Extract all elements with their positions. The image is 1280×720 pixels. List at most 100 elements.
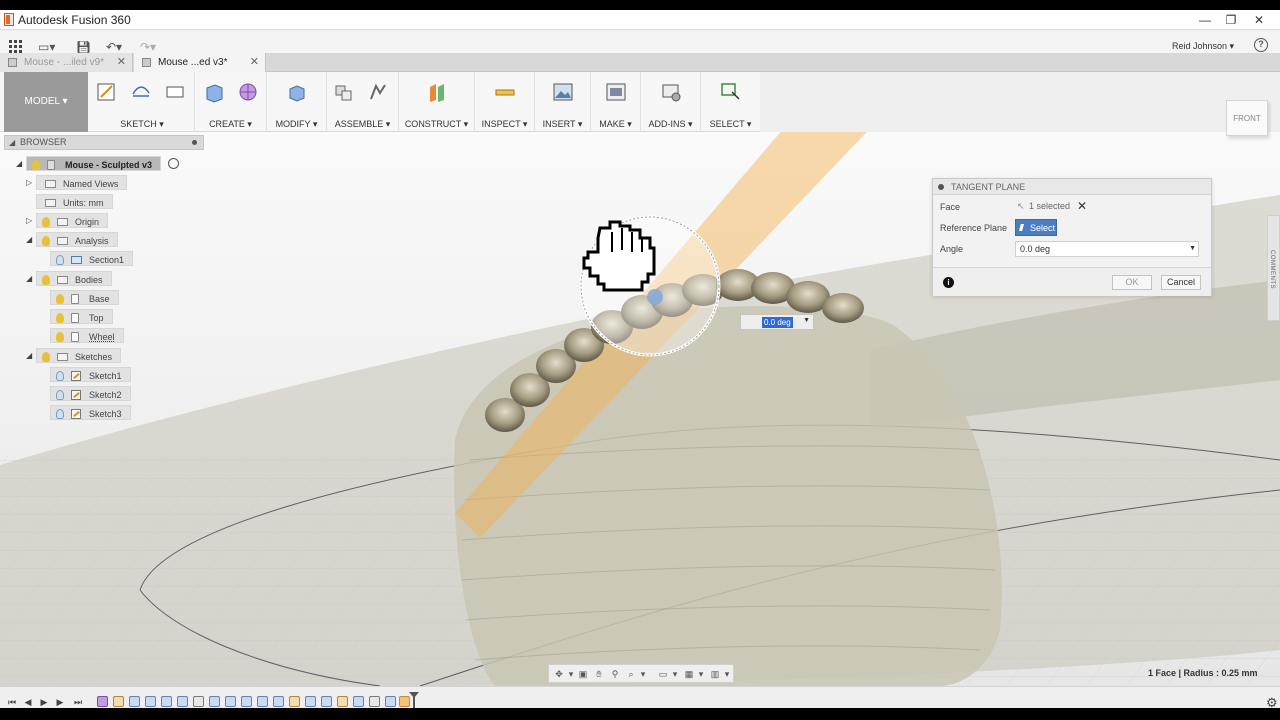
dropdown-arrow-icon[interactable]: ▼ xyxy=(1189,242,1196,256)
timeline-form-feature[interactable] xyxy=(97,696,108,707)
tab-mouse-v3[interactable]: Mouse ...ed v3* ✕ xyxy=(134,53,266,72)
visibility-bulb-icon[interactable] xyxy=(42,352,50,362)
timeline-feature[interactable] xyxy=(305,696,316,707)
offset-plane-icon[interactable] xyxy=(426,81,448,103)
visibility-bulb-icon[interactable] xyxy=(42,275,50,285)
timeline-feature[interactable] xyxy=(145,696,156,707)
timeline-move-feature[interactable] xyxy=(193,696,204,707)
assemble-menu[interactable]: ASSEMBLE ▾ xyxy=(327,119,398,130)
pin-icon[interactable] xyxy=(192,140,197,145)
line-icon[interactable] xyxy=(130,81,152,103)
tab-mouse-v9[interactable]: Mouse - ...iled v9* ✕ xyxy=(0,53,133,72)
canvas-angle-value[interactable]: 0.0 deg xyxy=(762,317,793,328)
create-menu[interactable]: CREATE ▾ xyxy=(195,119,266,130)
ok-button[interactable]: OK xyxy=(1112,275,1152,290)
sketch-menu[interactable]: SKETCH ▾ xyxy=(90,119,194,130)
timeline-sketch-feature[interactable] xyxy=(289,696,300,707)
display-dropdown-icon[interactable]: ▾ xyxy=(669,668,681,680)
create-group[interactable]: CREATE ▾ xyxy=(195,72,267,132)
collapse-icon[interactable]: ◢ xyxy=(26,231,36,248)
zoom-dropdown-icon[interactable]: ▾ xyxy=(637,668,649,680)
measure-icon[interactable] xyxy=(494,81,516,103)
maximize-button[interactable]: ❐ xyxy=(1218,11,1244,29)
3d-print-icon[interactable] xyxy=(605,81,627,103)
collapse-dialog-icon[interactable] xyxy=(938,184,944,190)
orbit-dropdown-icon[interactable]: ▾ xyxy=(565,668,577,680)
sketch-group[interactable]: SKETCH ▾ xyxy=(90,72,195,132)
zoom-icon[interactable]: ⚲ xyxy=(609,668,621,680)
timeline-feature[interactable] xyxy=(129,696,140,707)
help-icon[interactable]: ? xyxy=(1254,38,1268,52)
timeline-marker[interactable] xyxy=(409,692,419,708)
modify-group[interactable]: MODIFY ▾ xyxy=(267,72,327,132)
timeline-feature[interactable] xyxy=(161,696,172,707)
canvas-angle-input[interactable]: 0.0 deg ▼ xyxy=(740,314,814,330)
construct-menu[interactable]: CONSTRUCT ▾ xyxy=(399,119,474,130)
insert-image-icon[interactable] xyxy=(552,81,574,103)
grid-snaps-icon[interactable]: ▦ xyxy=(683,668,695,680)
rectangle-icon[interactable] xyxy=(164,81,186,103)
reference-plane-select-button[interactable]: Select xyxy=(1015,219,1057,236)
grid-dropdown-icon[interactable]: ▾ xyxy=(695,668,707,680)
info-icon[interactable]: i xyxy=(943,277,954,288)
view-cube[interactable]: FRONT xyxy=(1226,100,1268,136)
timeline-feature[interactable] xyxy=(257,696,268,707)
press-pull-icon[interactable] xyxy=(286,81,308,103)
make-menu[interactable]: MAKE ▾ xyxy=(591,119,640,130)
visibility-bulb-icon[interactable] xyxy=(56,409,64,419)
user-menu[interactable]: Reid Johnson ▾ xyxy=(1172,41,1234,52)
activate-radio-icon[interactable] xyxy=(168,158,179,169)
look-at-icon[interactable]: ▣ xyxy=(577,668,589,680)
visibility-bulb-icon[interactable] xyxy=(56,294,64,304)
select-icon[interactable] xyxy=(719,81,741,103)
step-forward-icon[interactable]: ▶ xyxy=(54,696,66,708)
timeline-feature[interactable] xyxy=(241,696,252,707)
collapse-icon[interactable]: ◢ xyxy=(26,347,36,364)
minimize-button[interactable]: — xyxy=(1192,11,1218,29)
play-icon[interactable]: ▶ xyxy=(38,696,50,708)
construct-group[interactable]: CONSTRUCT ▾ xyxy=(399,72,475,132)
box-icon[interactable] xyxy=(203,81,225,103)
timeline-feature[interactable] xyxy=(385,696,396,707)
visibility-bulb-icon[interactable] xyxy=(42,217,50,227)
dialog-header[interactable]: TANGENT PLANE xyxy=(933,179,1211,195)
scripts-icon[interactable] xyxy=(660,81,682,103)
make-group[interactable]: MAKE ▾ xyxy=(591,72,641,132)
insert-group[interactable]: INSERT ▾ xyxy=(535,72,591,132)
collapse-icon[interactable]: ◢ xyxy=(16,155,26,172)
expand-icon[interactable]: ▷ xyxy=(26,212,36,229)
orbit-icon[interactable]: ✥ xyxy=(553,668,565,680)
timeline-sketch-feature[interactable] xyxy=(337,696,348,707)
viewports-dropdown-icon[interactable]: ▾ xyxy=(721,668,733,680)
fit-icon[interactable]: ⌕ xyxy=(625,668,637,680)
visibility-bulb-icon[interactable] xyxy=(56,313,64,323)
inspect-group[interactable]: INSPECT ▾ xyxy=(475,72,535,132)
step-back-icon[interactable]: ◀ xyxy=(22,696,34,708)
go-to-start-icon[interactable]: ⏮ xyxy=(6,696,18,708)
sketch-icon[interactable] xyxy=(96,81,118,103)
expand-icon[interactable]: ▷ xyxy=(26,174,36,191)
data-panel-grid-icon[interactable] xyxy=(9,40,22,53)
visibility-bulb-icon[interactable] xyxy=(56,371,64,381)
dropdown-arrow-icon[interactable]: ▼ xyxy=(803,317,810,324)
workspace-switcher[interactable]: MODEL ▾ xyxy=(4,72,88,132)
timeline-feature[interactable] xyxy=(225,696,236,707)
close-tab-icon[interactable]: ✕ xyxy=(250,53,259,72)
form-icon[interactable] xyxy=(237,81,259,103)
comments-panel-tab[interactable]: COMMENTS xyxy=(1267,215,1280,321)
visibility-bulb-icon[interactable] xyxy=(56,255,64,265)
visibility-bulb-icon[interactable] xyxy=(32,160,40,170)
timeline-feature[interactable] xyxy=(177,696,188,707)
timeline-feature[interactable] xyxy=(209,696,220,707)
timeline-sketch-feature[interactable] xyxy=(113,696,124,707)
collapse-icon[interactable]: ◢ xyxy=(26,270,36,287)
visibility-bulb-icon[interactable] xyxy=(56,332,64,342)
timeline-feature[interactable] xyxy=(321,696,332,707)
visibility-bulb-icon[interactable] xyxy=(42,236,50,246)
modify-menu[interactable]: MODIFY ▾ xyxy=(267,119,326,130)
timeline-feature[interactable] xyxy=(353,696,364,707)
collapse-browser-icon[interactable]: ◢ xyxy=(9,136,15,149)
viewports-icon[interactable]: ▥ xyxy=(709,668,721,680)
browser-header[interactable]: ◢ BROWSER xyxy=(4,135,204,150)
addins-menu[interactable]: ADD-INS ▾ xyxy=(641,119,700,130)
